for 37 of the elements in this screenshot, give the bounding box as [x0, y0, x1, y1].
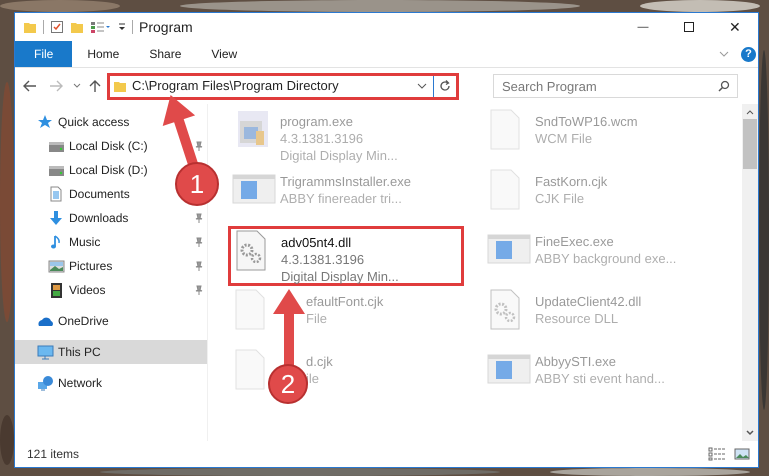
sidebar-item[interactable]: Local Disk (D:)	[15, 158, 152, 182]
sidebar-item[interactable]: This PC	[15, 340, 207, 364]
sidebar-item[interactable]: Network	[15, 371, 106, 395]
ribbon-tab[interactable]: File	[15, 41, 72, 67]
ribbon-tab[interactable]: View	[196, 41, 252, 67]
close-button[interactable]: ✕	[712, 13, 758, 41]
ribbon-tab[interactable]: Share	[134, 41, 196, 67]
file-detail: Digital Display Min...	[281, 268, 399, 285]
file-detail: ABBY finereader tri...	[280, 190, 403, 207]
file-detail: File	[306, 310, 328, 327]
file-detail: Digital Display Min...	[280, 147, 398, 164]
file-detail: 4.3.1381.3196	[281, 251, 366, 268]
sidebar-item[interactable]: Local Disk (C:)	[15, 134, 152, 158]
sidebar-item[interactable]: Documents	[15, 182, 134, 206]
sidebar-item[interactable]: Quick access	[15, 110, 134, 134]
sidebar-item[interactable]: Downloads	[15, 206, 132, 230]
file-detail: ABBY background exe...	[535, 250, 676, 267]
help-button[interactable]: ?	[741, 46, 756, 62]
search-field[interactable]: Search Program	[493, 74, 738, 98]
file-detail: WCM File	[535, 130, 594, 147]
file-detail: 4.3.1381.3196	[280, 130, 364, 147]
file-item[interactable]: adv05nt4.dll 4.3.1381.3196 Digital Display Min...	[228, 226, 464, 286]
address-path: C:\Program Files\Program Directory	[132, 77, 339, 96]
address-bar[interactable]: C:\Program Files\Program Directory	[107, 72, 459, 100]
item-count: 121 items	[27, 446, 80, 463]
window-title: Program	[139, 18, 193, 37]
file-name[interactable]: adv05nt4.dll	[281, 234, 399, 251]
sidebar-item[interactable]: OneDrive	[15, 309, 113, 333]
sidebar-item[interactable]: Music	[15, 230, 104, 254]
sidebar-item[interactable]: Pictures	[15, 254, 116, 278]
file-detail: CJK File	[535, 190, 586, 207]
minimize-button[interactable]: —	[620, 13, 666, 41]
file-detail: ABBY sti event hand...	[535, 370, 665, 387]
sidebar-item[interactable]: Videos	[15, 278, 110, 302]
ribbon-tab[interactable]: Home	[72, 41, 134, 67]
file-detail: Resource DLL	[535, 310, 620, 327]
file-detail: ile	[306, 370, 320, 387]
